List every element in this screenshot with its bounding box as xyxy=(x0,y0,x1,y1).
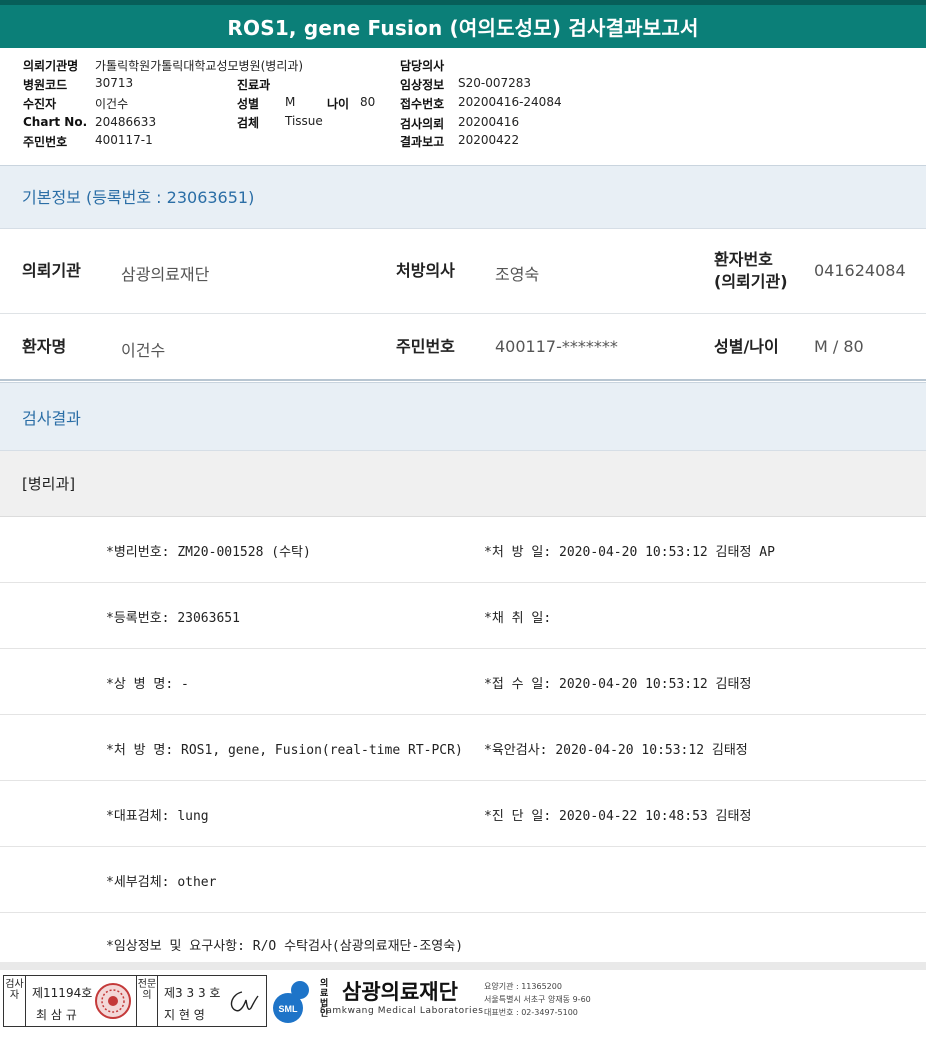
header-label: 진료과 xyxy=(237,78,271,92)
header-value: 80 xyxy=(360,95,376,109)
result-left: *대표검체: lung xyxy=(106,809,209,824)
result-right: *처 방 일: 2020-04-20 10:53:12 김태정 AP xyxy=(484,545,775,560)
header-value: 이건수 xyxy=(95,97,129,111)
header-label: 수진자 xyxy=(23,97,57,111)
result-left: *병리번호: ZM20-001528 (수탁) xyxy=(106,545,311,560)
logo-abbr: SML xyxy=(279,1004,299,1014)
header-value: 400117-1 xyxy=(95,133,153,147)
header-value: 20200416-24084 xyxy=(458,95,562,109)
sex-age-value: M / 80 xyxy=(814,337,864,356)
result-right: *접 수 일: 2020-04-20 10:53:12 김태정 xyxy=(484,677,752,692)
org-name: 삼광의료재단 xyxy=(342,980,458,1004)
header-label: 검체 xyxy=(237,116,260,130)
signature-box: 검사자 제11194호 최 삼 규 전문의 제3 3 3 호 지 현 영 xyxy=(3,975,267,1027)
header-label: 병원코드 xyxy=(23,78,68,92)
result-row: *세부검체: other xyxy=(0,847,926,913)
department-label: [병리과] xyxy=(22,475,76,493)
institution-value: 삼광의료재단 xyxy=(121,265,210,284)
basic-info-heading: 기본정보 (등록번호 : 23063651) xyxy=(22,188,255,207)
header-value: 20200422 xyxy=(458,133,520,147)
header-label: 나이 xyxy=(327,97,350,111)
institution-label: 의뢰기관 xyxy=(22,261,81,280)
org-contact-info: 요양기관 : 11365200 서울특별시 서초구 양재동 9-60 대표번호 … xyxy=(484,980,591,1019)
result-row: *등록번호: 23063651 *채 취 일: xyxy=(0,583,926,649)
basic-info-row: 환자명 이건수 주민번호 400117-******* 성별/나이 M / 80 xyxy=(0,314,926,381)
header-value: 20486633 xyxy=(95,115,157,129)
patient-name-label: 환자명 xyxy=(22,337,67,356)
org-prefix-line: 의료 xyxy=(320,979,329,999)
department-row: [병리과] xyxy=(0,451,926,517)
specialist-label: 전문의 xyxy=(136,976,158,1026)
header-label: 임상정보 xyxy=(400,78,445,92)
sml-logo-icon: SML xyxy=(273,981,309,1023)
result-left: *상 병 명: - xyxy=(106,677,189,692)
report-title: ROS1, gene Fusion (여의도성모) 검사결과보고서 xyxy=(227,16,699,40)
result-row: *처 방 명: ROS1, gene, Fusion(real-time RT-… xyxy=(0,715,926,781)
doctor-label: 처방의사 xyxy=(396,261,455,280)
doctor-value: 조영숙 xyxy=(495,265,540,284)
header-label: Chart No. xyxy=(23,115,88,129)
examiner-label: 검사자 xyxy=(4,976,26,1026)
patient-no-value: 041624084 xyxy=(814,261,906,280)
patient-no-label-sub: (의뢰기관) xyxy=(714,272,788,291)
header-label: 의뢰기관명 xyxy=(23,59,79,73)
result-left: *처 방 명: ROS1, gene, Fusion(real-time RT-… xyxy=(106,743,463,758)
org-info-line: 요양기관 : 11365200 xyxy=(484,982,562,991)
result-row: *상 병 명: - *접 수 일: 2020-04-20 10:53:12 김태… xyxy=(0,649,926,715)
rrn-value: 400117-******* xyxy=(495,337,618,356)
header-label: 검사의뢰 xyxy=(400,117,445,131)
sex-age-label: 성별/나이 xyxy=(714,337,779,356)
result-left: *등록번호: 23063651 xyxy=(106,611,240,626)
header-label: 성별 xyxy=(237,97,260,111)
header-value: 30713 xyxy=(95,76,134,90)
specialist-name: 지 현 영 xyxy=(164,1008,205,1022)
header-label: 결과보고 xyxy=(400,135,445,149)
header-label: 담당의사 xyxy=(400,59,445,73)
footer-divider xyxy=(0,962,926,970)
org-english-name: Samkwang Medical Laboratories xyxy=(320,1006,484,1016)
results-heading: 검사결과 xyxy=(22,409,81,428)
result-row: *병리번호: ZM20-001528 (수탁) *처 방 일: 2020-04-… xyxy=(0,517,926,583)
result-row: *임상정보 및 요구사항: R/O 수탁검사(삼광의료재단-조영숙) xyxy=(0,913,926,962)
result-right: *육안검사: 2020-04-20 10:53:12 김태정 xyxy=(484,743,748,758)
result-right: *채 취 일: xyxy=(484,611,552,626)
specialist-cert: 제3 3 3 호 xyxy=(164,986,221,1000)
examiner-name: 최 삼 규 xyxy=(36,1008,77,1022)
patient-no-label: 환자번호 xyxy=(714,250,773,269)
header-value: S20-007283 xyxy=(458,76,532,90)
patient-name-value: 이건수 xyxy=(121,341,166,360)
examiner-cert: 제11194호 xyxy=(32,986,93,1000)
signature-icon xyxy=(230,991,259,1012)
org-info-line: 서울특별시 서초구 양재동 9-60 xyxy=(484,995,591,1004)
examiner-seal-icon xyxy=(95,983,131,1019)
result-left: *세부검체: other xyxy=(106,875,217,890)
rrn-label: 주민번호 xyxy=(396,337,455,356)
header-value: 가톨릭학원가톨릭대학교성모병원(병리과) xyxy=(95,59,304,73)
header-value: 20200416 xyxy=(458,115,520,129)
report-header-info: 의뢰기관명 가톨릭학원가톨릭대학교성모병원(병리과) 병원코드 30713 수진… xyxy=(0,54,926,164)
header-value: M xyxy=(285,95,296,109)
report-title-bar: ROS1, gene Fusion (여의도성모) 검사결과보고서 xyxy=(0,0,926,48)
basic-info-section-header: 기본정보 (등록번호 : 23063651) xyxy=(0,165,926,229)
header-label: 접수번호 xyxy=(400,97,445,111)
basic-info-row: 의뢰기관 삼광의료재단 처방의사 조영숙 환자번호 (의뢰기관) 0416240… xyxy=(0,229,926,314)
header-label: 주민번호 xyxy=(23,135,68,149)
result-row: *대표검체: lung *진 단 일: 2020-04-22 10:48:53 … xyxy=(0,781,926,847)
org-info-line: 대표번호 : 02-3497-5100 xyxy=(484,1008,578,1017)
result-right: *진 단 일: 2020-04-22 10:48:53 김태정 xyxy=(484,809,752,824)
header-value: Tissue xyxy=(285,114,323,128)
result-left: *임상정보 및 요구사항: R/O 수탁검사(삼광의료재단-조영숙) xyxy=(106,939,464,954)
results-section-header: 검사결과 xyxy=(0,382,926,451)
